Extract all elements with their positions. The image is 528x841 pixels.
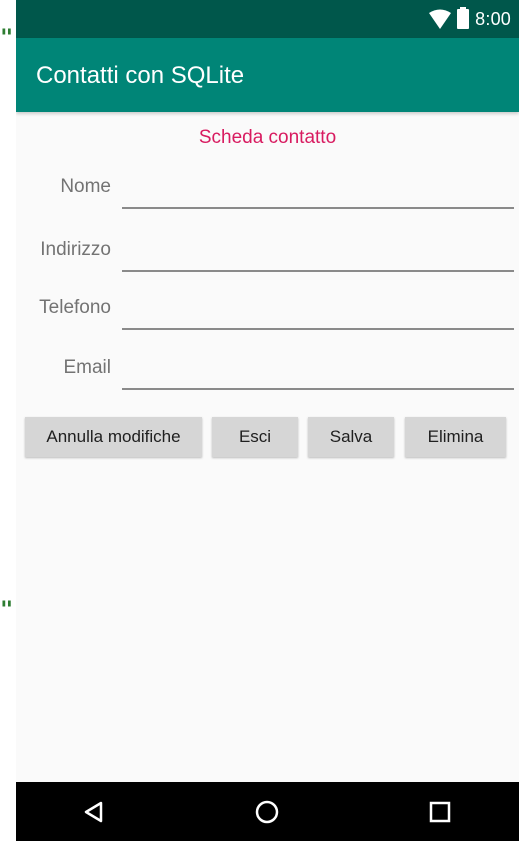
nome-label: Nome: [60, 176, 111, 197]
status-icons: 8:00: [429, 7, 511, 30]
home-icon: [255, 800, 279, 824]
status-time: 8:00: [475, 8, 511, 29]
telefono-label: Telefono: [39, 297, 111, 318]
status-bar: 8:00: [16, 0, 519, 38]
nome-input[interactable]: [122, 169, 514, 209]
annulla-modifiche-button[interactable]: Annulla modifiche: [25, 417, 202, 457]
indirizzo-label: Indirizzo: [40, 239, 111, 260]
back-icon: [84, 801, 103, 823]
form-row-nome: Nome: [16, 169, 519, 219]
back-button[interactable]: [78, 797, 108, 827]
esci-button[interactable]: Esci: [212, 417, 298, 457]
recent-apps-icon: [429, 801, 451, 823]
form-row-telefono: Telefono: [16, 290, 519, 340]
email-input[interactable]: [122, 350, 514, 390]
contact-form: Scheda contatto Nome Indirizzo Telefono …: [16, 112, 519, 782]
email-label: Email: [63, 357, 111, 378]
home-button[interactable]: [252, 797, 282, 827]
recent-apps-button[interactable]: [425, 797, 455, 827]
navigation-bar: [16, 782, 519, 841]
indirizzo-input[interactable]: [122, 232, 514, 272]
app-bar: Contatti con SQLite: [16, 38, 519, 112]
app-title: Contatti con SQLite: [36, 62, 245, 89]
form-row-email: Email: [16, 350, 519, 400]
edge-quote-mark-top: ": [0, 26, 14, 51]
form-row-indirizzo: Indirizzo: [16, 232, 519, 282]
edge-quote-mark-bottom: ": [0, 598, 14, 623]
telefono-input[interactable]: [122, 290, 514, 330]
action-buttons: Annulla modifiche Esci Salva Elimina: [16, 417, 519, 457]
wifi-icon: [429, 9, 452, 29]
battery-icon: [457, 7, 470, 29]
phone-screen: 8:00 Contatti con SQLite Scheda contatto…: [16, 0, 519, 841]
salva-button[interactable]: Salva: [308, 417, 394, 457]
form-title: Scheda contatto: [198, 127, 337, 148]
elimina-button[interactable]: Elimina: [405, 417, 506, 457]
